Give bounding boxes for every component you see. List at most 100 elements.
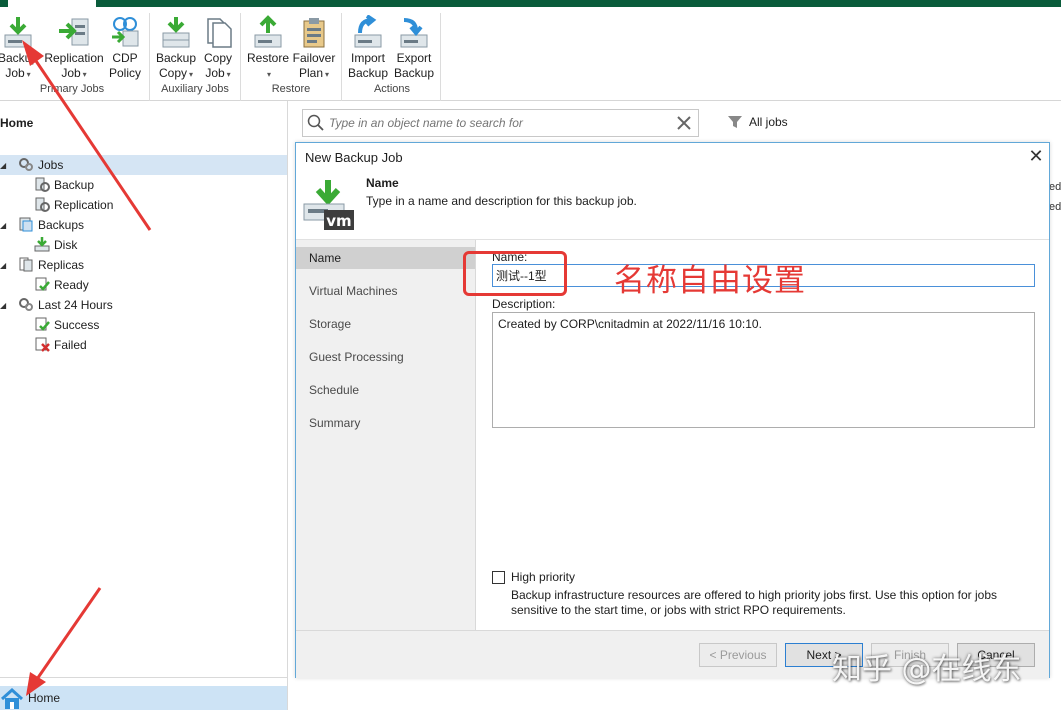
- tree-item-backups[interactable]: Backups: [18, 215, 84, 235]
- backup-job-button[interactable]: Backup Job ▾: [0, 15, 42, 82]
- replicas-icon: [19, 257, 33, 272]
- tree-item-ready[interactable]: Ready: [34, 275, 89, 295]
- copy-job-button[interactable]: Copy Job ▾: [200, 15, 236, 82]
- backups-icon: [19, 217, 33, 232]
- ribbon-label: Failover: [292, 51, 336, 65]
- ribbon-label: Export: [396, 51, 432, 65]
- failover-plan-button[interactable]: Failover Plan ▾: [292, 15, 336, 82]
- annotation-highlight-box: [463, 251, 567, 296]
- tree-expander-icon[interactable]: ◢: [0, 221, 6, 230]
- watermark: 知乎 @在线东: [832, 652, 1022, 687]
- ribbon-divider: [440, 13, 441, 101]
- ribbon-label: Job ▾: [61, 66, 87, 80]
- chevron-down-icon: ▾: [189, 70, 194, 79]
- wizard-steps: Name Virtual Machines Storage Guest Proc…: [296, 240, 476, 630]
- tree-item-label: Backup: [54, 178, 95, 192]
- search-box: [302, 109, 699, 137]
- restore-button[interactable]: Restore ▾: [246, 15, 290, 82]
- ribbon-divider: [341, 13, 342, 101]
- high-priority-label[interactable]: High priority: [511, 570, 575, 584]
- gears-icon: [19, 158, 33, 171]
- close-icon[interactable]: ✕: [1027, 146, 1045, 166]
- step-summary[interactable]: Summary: [296, 412, 475, 434]
- step-storage[interactable]: Storage: [296, 313, 475, 335]
- tree-item-label: Backups: [38, 218, 85, 232]
- tree-item-label: Replicas: [38, 258, 85, 272]
- ribbon-label: Import: [350, 51, 385, 65]
- ribbon-divider: [240, 13, 241, 101]
- tree-expander-icon[interactable]: ◢: [0, 301, 6, 310]
- ribbon-label: Policy: [108, 66, 141, 80]
- ribbon-group-label: Actions: [373, 83, 411, 95]
- ribbon-label: Job ▾: [205, 66, 231, 80]
- step-virtual-machines[interactable]: Virtual Machines: [296, 280, 475, 302]
- ribbon-label: Replication: [44, 51, 104, 65]
- tree-item-last-24-hours[interactable]: Last 24 Hours: [18, 295, 113, 315]
- import-backup-icon: [354, 15, 382, 48]
- annotation-text: 名称自由设置: [614, 263, 806, 299]
- tree-item-disk[interactable]: Disk: [34, 235, 77, 255]
- tree-item-replication[interactable]: Replication: [34, 195, 113, 215]
- nav-pane-title: Home: [0, 116, 34, 130]
- cdp-policy-button[interactable]: CDP Policy: [106, 15, 144, 81]
- step-guest-processing[interactable]: Guest Processing: [296, 346, 475, 368]
- tree-expander-icon[interactable]: ◢: [0, 261, 6, 270]
- tree-item-replicas[interactable]: Replicas: [18, 255, 84, 275]
- ribbon-toolbar: Backup Job ▾ Replication Job ▾ CDP Policy …: [0, 7, 1061, 101]
- import-backup-button[interactable]: Import Backup: [346, 15, 390, 81]
- chevron-down-icon: ▾: [226, 70, 231, 79]
- ribbon-label: Restore: [246, 51, 290, 65]
- description-textarea[interactable]: Created by CORP\cnitadmin at 2022/11/16 …: [492, 312, 1035, 428]
- tree-item-backup[interactable]: Backup: [34, 175, 94, 195]
- backup-copy-icon: [162, 17, 190, 48]
- tree-item-label: Ready: [54, 278, 89, 292]
- new-backup-job-dialog: New Backup Job ✕ vm Name Type in a name …: [295, 142, 1050, 678]
- home-tab-indicator[interactable]: [8, 0, 96, 7]
- filter-dropdown[interactable]: All jobs: [727, 114, 788, 130]
- clipped-text: ed: [1049, 201, 1061, 213]
- tree-expander-icon[interactable]: ◢: [0, 161, 6, 170]
- title-bar-strip: [0, 0, 1061, 7]
- search-input[interactable]: [327, 114, 667, 132]
- search-icon: [307, 114, 324, 131]
- chevron-down-icon: ▾: [325, 70, 330, 79]
- replication-job-icon: [59, 18, 89, 46]
- backup-job-icon: [4, 17, 32, 48]
- tree-item-jobs[interactable]: Jobs: [18, 155, 63, 175]
- description-label: Description:: [492, 297, 556, 311]
- ribbon-label: Backup: [393, 66, 435, 80]
- restore-icon: [254, 15, 282, 48]
- export-backup-button[interactable]: Export Backup: [392, 15, 436, 81]
- home-view-button[interactable]: Home: [0, 686, 287, 710]
- tree-item-success[interactable]: Success: [34, 315, 99, 335]
- ribbon-label: Backup: [347, 66, 389, 80]
- copy-job-icon: [207, 18, 232, 48]
- previous-button[interactable]: < Previous: [699, 643, 777, 667]
- ribbon-group-label: Restore: [271, 83, 311, 95]
- ribbon-label: Backup: [155, 51, 197, 65]
- replication-icon: [35, 197, 50, 212]
- high-priority-checkbox[interactable]: [492, 571, 505, 584]
- home-icon: [1, 688, 23, 709]
- ribbon-label: ▾: [246, 66, 290, 82]
- ribbon-label: Job ▾: [5, 66, 31, 80]
- filter-label: All jobs: [749, 115, 788, 129]
- disk-icon: [34, 237, 50, 252]
- tree-item-failed[interactable]: Failed: [34, 335, 87, 355]
- ready-icon: [35, 277, 50, 291]
- tree-item-label: Disk: [54, 238, 78, 252]
- export-backup-icon: [400, 18, 428, 48]
- step-description: Type in a name and description for this …: [366, 194, 637, 208]
- step-schedule[interactable]: Schedule: [296, 379, 475, 401]
- clear-search-icon[interactable]: [676, 115, 692, 131]
- history-icon: [19, 298, 33, 311]
- ribbon-label: CDP: [112, 51, 138, 65]
- replication-job-button[interactable]: Replication Job ▾: [44, 15, 104, 82]
- step-name[interactable]: Name: [296, 247, 475, 269]
- ribbon-group-label: Auxiliary Jobs: [161, 83, 229, 95]
- success-icon: [35, 317, 50, 331]
- vm-backup-icon: vm: [303, 180, 354, 230]
- tree-item-label: Success: [54, 318, 100, 332]
- ribbon-group-label: Primary Jobs: [39, 83, 105, 95]
- backup-copy-button[interactable]: Backup Copy ▾: [154, 15, 198, 82]
